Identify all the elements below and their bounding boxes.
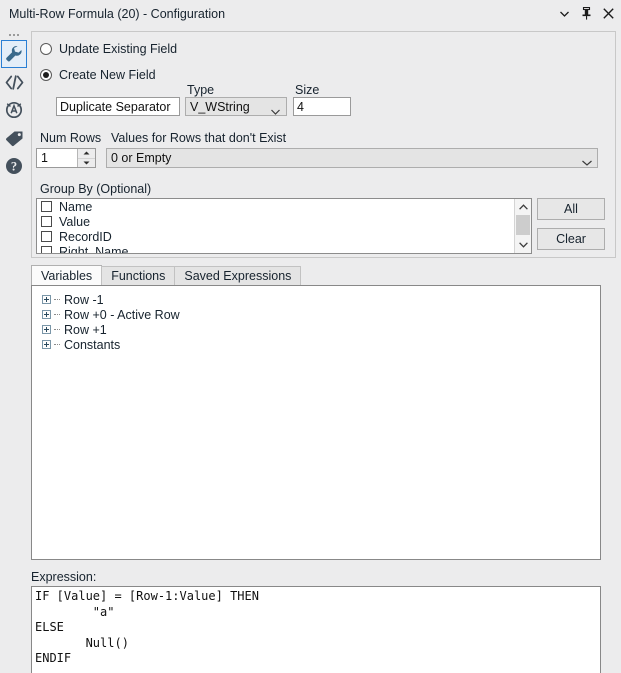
window-controls	[558, 0, 615, 27]
clear-selection-button[interactable]: Clear	[537, 228, 605, 250]
chevron-down-icon	[582, 155, 592, 166]
list-item-label: RecordID	[59, 229, 112, 244]
tool-rail: ?	[0, 27, 28, 673]
create-new-field-label: Create New Field	[59, 68, 156, 82]
missing-rows-label: Values for Rows that don't Exist	[111, 131, 287, 145]
close-icon[interactable]	[602, 6, 615, 22]
group-by-checkbox[interactable]	[41, 231, 52, 242]
tree-item-label: Row -1	[64, 292, 104, 307]
rail-item-help[interactable]: ?	[1, 152, 27, 180]
new-field-name-input[interactable]: Duplicate Separator	[56, 97, 180, 116]
multi-row-formula-config-window: Multi-Row Formula (20) - Configuration ?…	[0, 0, 621, 673]
window-titlebar: Multi-Row Formula (20) - Configuration	[0, 0, 621, 27]
list-item[interactable]: Name	[37, 199, 531, 214]
tree-item-row-plus-1[interactable]: Row +1	[32, 322, 600, 337]
group-by-checkbox[interactable]	[41, 201, 52, 212]
expand-plus-icon[interactable]	[42, 325, 51, 334]
group-by-label: Group By (Optional)	[40, 182, 152, 196]
tab-variables[interactable]: Variables	[31, 265, 103, 285]
expression-text[interactable]: IF [Value] = [Row-1:Value] THEN "a" ELSE…	[32, 587, 600, 667]
field-configuration-panel: Update Existing Field Create New Field T…	[31, 31, 616, 258]
rail-item-configuration[interactable]	[1, 40, 27, 68]
expression-label: Expression:	[31, 570, 97, 584]
list-item[interactable]: Value	[37, 214, 531, 229]
circled-a-icon	[5, 101, 23, 119]
stepper-up-icon[interactable]	[78, 149, 95, 158]
num-rows-label: Num Rows	[40, 131, 102, 145]
group-by-list-scrollbar[interactable]	[514, 199, 531, 253]
list-item[interactable]: RecordID	[37, 229, 531, 244]
list-item-label: Right_Name	[59, 244, 129, 254]
scrollbar-thumb[interactable]	[516, 215, 530, 235]
tab-functions[interactable]: Functions	[101, 266, 176, 285]
group-by-field-list[interactable]: Name Value RecordID Right_Name	[36, 198, 532, 254]
expand-plus-icon[interactable]	[42, 295, 51, 304]
tree-item-constants[interactable]: Constants	[32, 337, 600, 352]
num-rows-stepper[interactable]: 1	[36, 148, 96, 168]
expand-plus-icon[interactable]	[42, 310, 51, 319]
list-item-label: Value	[59, 214, 91, 229]
pin-icon[interactable]	[580, 6, 593, 22]
variables-tree[interactable]: Row -1 Row +0 - Active Row Row +1 Consta…	[31, 285, 601, 560]
field-type-value: V_WString	[190, 99, 250, 114]
code-icon	[5, 74, 24, 90]
missing-rows-dropdown[interactable]: 0 or Empty	[106, 148, 598, 168]
chevron-down-icon	[271, 104, 280, 115]
tag-icon	[5, 130, 24, 147]
tree-item-row-minus-1[interactable]: Row -1	[32, 292, 600, 307]
create-new-field-option[interactable]: Create New Field	[40, 68, 156, 82]
tree-item-label: Constants	[64, 337, 121, 352]
update-existing-field-option[interactable]: Update Existing Field	[40, 42, 177, 56]
missing-rows-value: 0 or Empty	[111, 151, 172, 165]
tree-item-label: Row +0 - Active Row	[64, 307, 180, 322]
scroll-down-icon[interactable]	[515, 237, 531, 253]
tree-connector	[54, 328, 60, 331]
group-by-checkbox[interactable]	[41, 246, 52, 253]
num-rows-stepper-buttons[interactable]	[77, 149, 95, 167]
tree-connector	[54, 313, 60, 316]
rail-item-xml-view[interactable]	[1, 68, 27, 96]
update-existing-field-label: Update Existing Field	[59, 42, 178, 56]
update-existing-field-radio[interactable]	[40, 43, 52, 55]
scroll-up-icon[interactable]	[515, 199, 531, 215]
create-new-field-radio[interactable]	[40, 69, 52, 81]
tab-saved-expressions[interactable]: Saved Expressions	[174, 266, 302, 285]
expand-plus-icon[interactable]	[42, 340, 51, 349]
rail-item-annotation[interactable]	[1, 96, 27, 124]
list-item-label: Name	[59, 199, 93, 214]
question-mark-icon: ?	[5, 157, 23, 175]
tree-item-row-plus-0[interactable]: Row +0 - Active Row	[32, 307, 600, 322]
type-label: Type	[187, 83, 215, 97]
rail-grip	[0, 27, 28, 40]
num-rows-value: 1	[41, 151, 48, 165]
stepper-down-icon[interactable]	[78, 157, 95, 168]
tree-item-label: Row +1	[64, 322, 107, 337]
field-type-dropdown[interactable]: V_WString	[185, 97, 287, 116]
size-label: Size	[295, 83, 320, 97]
expression-editor[interactable]: IF [Value] = [Row-1:Value] THEN "a" ELSE…	[31, 586, 601, 673]
tree-connector	[54, 298, 60, 301]
field-size-input[interactable]: 4	[293, 97, 351, 116]
tree-connector	[54, 343, 60, 346]
rail-item-labels[interactable]	[1, 124, 27, 152]
select-all-button[interactable]: All	[537, 198, 605, 220]
svg-text:?: ?	[11, 160, 17, 174]
list-item[interactable]: Right_Name	[37, 244, 531, 254]
group-by-checkbox[interactable]	[41, 216, 52, 227]
expression-editor-tabs: Variables Functions Saved Expressions	[31, 265, 302, 285]
chevron-down-icon[interactable]	[558, 6, 571, 22]
wrench-icon	[5, 45, 23, 63]
window-title: Multi-Row Formula (20) - Configuration	[9, 6, 226, 21]
